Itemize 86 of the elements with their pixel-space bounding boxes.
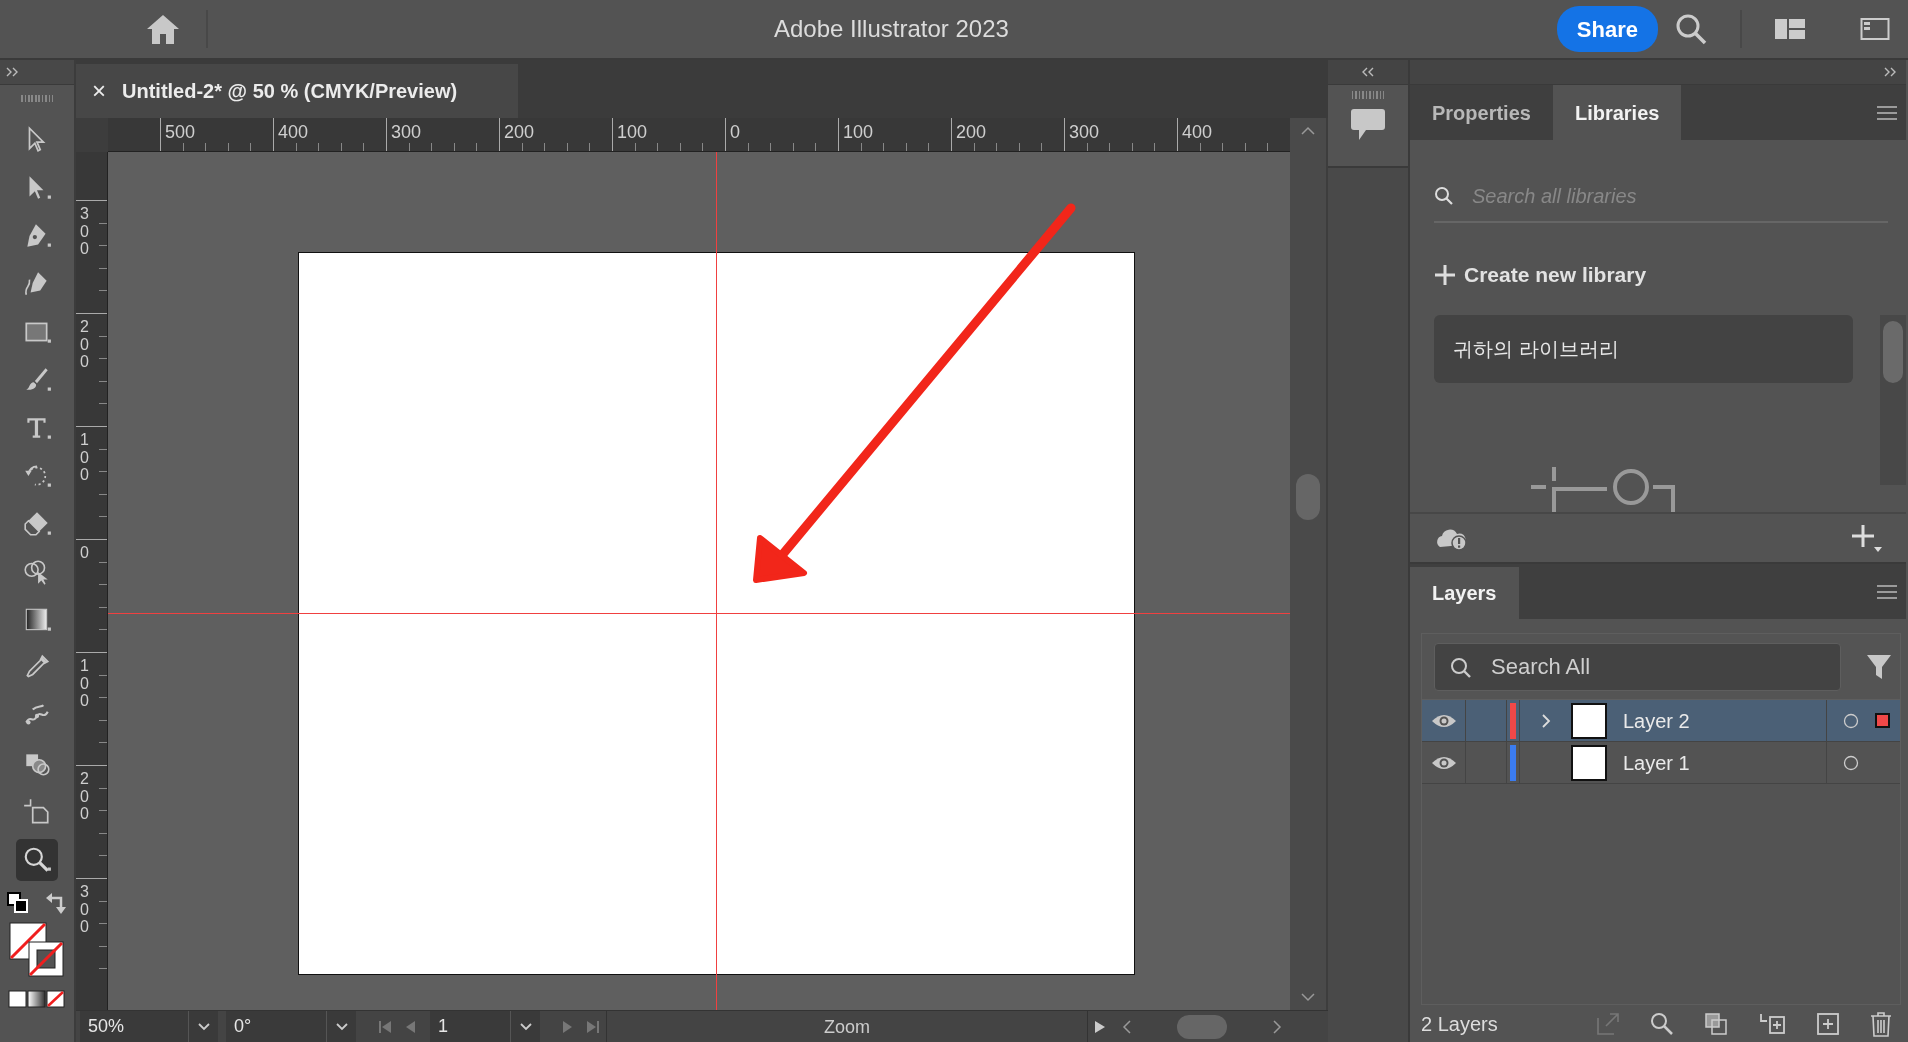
ruler-label: 200 <box>80 769 90 823</box>
dropdown-button[interactable] <box>326 1010 356 1042</box>
artboard-tool-icon <box>22 797 52 827</box>
scroll-thumb[interactable] <box>1177 1014 1227 1039</box>
library-item[interactable]: 귀하의 라이브러리 <box>1434 314 1853 383</box>
ruler-label: 400 <box>278 122 309 142</box>
caret-icon <box>334 1021 349 1032</box>
filter-icon[interactable] <box>1866 652 1892 681</box>
fill-stroke-icon[interactable] <box>9 922 65 978</box>
dropdown-button[interactable] <box>188 1010 218 1042</box>
zoom-tool-icon <box>22 845 52 875</box>
panel-tab[interactable]: Libraries <box>1552 85 1682 140</box>
scroll-up-icon[interactable] <box>1301 126 1315 136</box>
ruler-label: 200 <box>80 317 90 371</box>
scroll-thumb[interactable] <box>1883 320 1903 383</box>
next-icon <box>562 1019 574 1034</box>
zoom-field[interactable]: 50% <box>80 1010 188 1042</box>
scroll-left-icon[interactable] <box>1122 1019 1132 1034</box>
ruler-label: 300 <box>391 122 422 142</box>
play-icon <box>1094 1019 1106 1034</box>
rotation-field[interactable]: 0° <box>226 1010 326 1042</box>
layer-search-field[interactable]: Search All <box>1434 642 1841 691</box>
ruler-label: 100 <box>843 122 874 142</box>
expand-icon[interactable] <box>1882 65 1898 79</box>
document-tab[interactable]: × Untitled-2* @ 50 % (CMYK/Preview) <box>76 64 518 118</box>
color-mode-icon[interactable] <box>8 989 66 1008</box>
document-title: Untitled-2* @ 50 % (CMYK/Preview) <box>122 79 458 104</box>
close-icon[interactable]: × <box>92 79 106 103</box>
eye-icon[interactable] <box>1430 754 1457 771</box>
layer-row[interactable]: Layer 2 <box>1422 700 1900 742</box>
add-icon[interactable] <box>1850 523 1882 553</box>
layer-name[interactable]: Layer 1 <box>1623 747 1690 778</box>
ruler-label: 100 <box>80 656 90 710</box>
ruler-label: 200 <box>504 122 535 142</box>
caret-icon <box>196 1021 211 1032</box>
skip-forward-icon <box>586 1019 600 1034</box>
previous-icon <box>404 1019 416 1034</box>
ruler-label: 500 <box>165 122 196 142</box>
scroll-thumb[interactable] <box>1296 474 1320 520</box>
grip-icon[interactable] <box>21 95 53 102</box>
caret-icon <box>518 1021 533 1032</box>
ruler-label: 300 <box>1069 122 1100 142</box>
layer-thumbnail <box>1571 744 1607 781</box>
window-title: Adobe Illustrator 2023 <box>774 15 1009 42</box>
menu-icon[interactable] <box>1876 105 1898 122</box>
share-button[interactable]: Share <box>1556 6 1658 52</box>
target-circle-icon[interactable] <box>1843 712 1859 729</box>
workspace-layout-icon[interactable] <box>1774 17 1806 41</box>
create-library-button[interactable]: Create new library <box>1434 259 1647 291</box>
target-circle-icon[interactable] <box>1843 754 1859 771</box>
scroll-right-icon[interactable] <box>1272 1019 1282 1034</box>
dropdown-button[interactable] <box>510 1010 540 1042</box>
ruler-label: 400 <box>1182 122 1213 142</box>
layer-count: 2 Layers <box>1421 1012 1498 1037</box>
eye-icon[interactable] <box>1430 712 1457 729</box>
ruler-label: 300 <box>80 204 90 258</box>
ruler-label: 100 <box>80 430 90 484</box>
ruler-label: 200 <box>956 122 987 142</box>
ruler-label: 0 <box>730 122 740 142</box>
ruler-label: 300 <box>80 882 90 936</box>
menu-icon[interactable] <box>1876 584 1898 601</box>
panel-layout-icon[interactable] <box>1860 17 1890 41</box>
scroll-down-icon[interactable] <box>1301 992 1315 1002</box>
expand-icon[interactable] <box>4 65 20 79</box>
artboard-number-field[interactable]: 1 <box>430 1010 510 1042</box>
panel-tab[interactable]: Layers <box>1410 567 1519 619</box>
collapse-icon[interactable] <box>1360 65 1376 79</box>
selection-square-icon <box>1875 713 1890 728</box>
layer-row[interactable]: Layer 1 <box>1422 742 1900 784</box>
plus-icon <box>1434 263 1456 286</box>
search-icon <box>1434 185 1454 206</box>
new-layer-icon[interactable] <box>1816 1012 1840 1036</box>
panel-tab[interactable]: Properties <box>1410 85 1553 140</box>
skip-back-icon <box>378 1019 392 1034</box>
new-sublayer-icon[interactable] <box>1758 1012 1786 1036</box>
default-colors-icon[interactable] <box>7 892 29 914</box>
search-icon <box>1450 657 1472 680</box>
status-label: Zoom <box>824 1016 870 1037</box>
search-icon[interactable] <box>1674 12 1708 46</box>
layer-name[interactable]: Layer 2 <box>1623 705 1690 736</box>
ruler-label: 100 <box>617 122 648 142</box>
swap-colors-icon[interactable] <box>45 892 67 914</box>
zoom-tool-button[interactable] <box>16 839 58 881</box>
trash-icon[interactable] <box>1870 1011 1892 1037</box>
layer-thumbnail <box>1571 702 1607 739</box>
ruler-label: 0 <box>80 543 90 562</box>
